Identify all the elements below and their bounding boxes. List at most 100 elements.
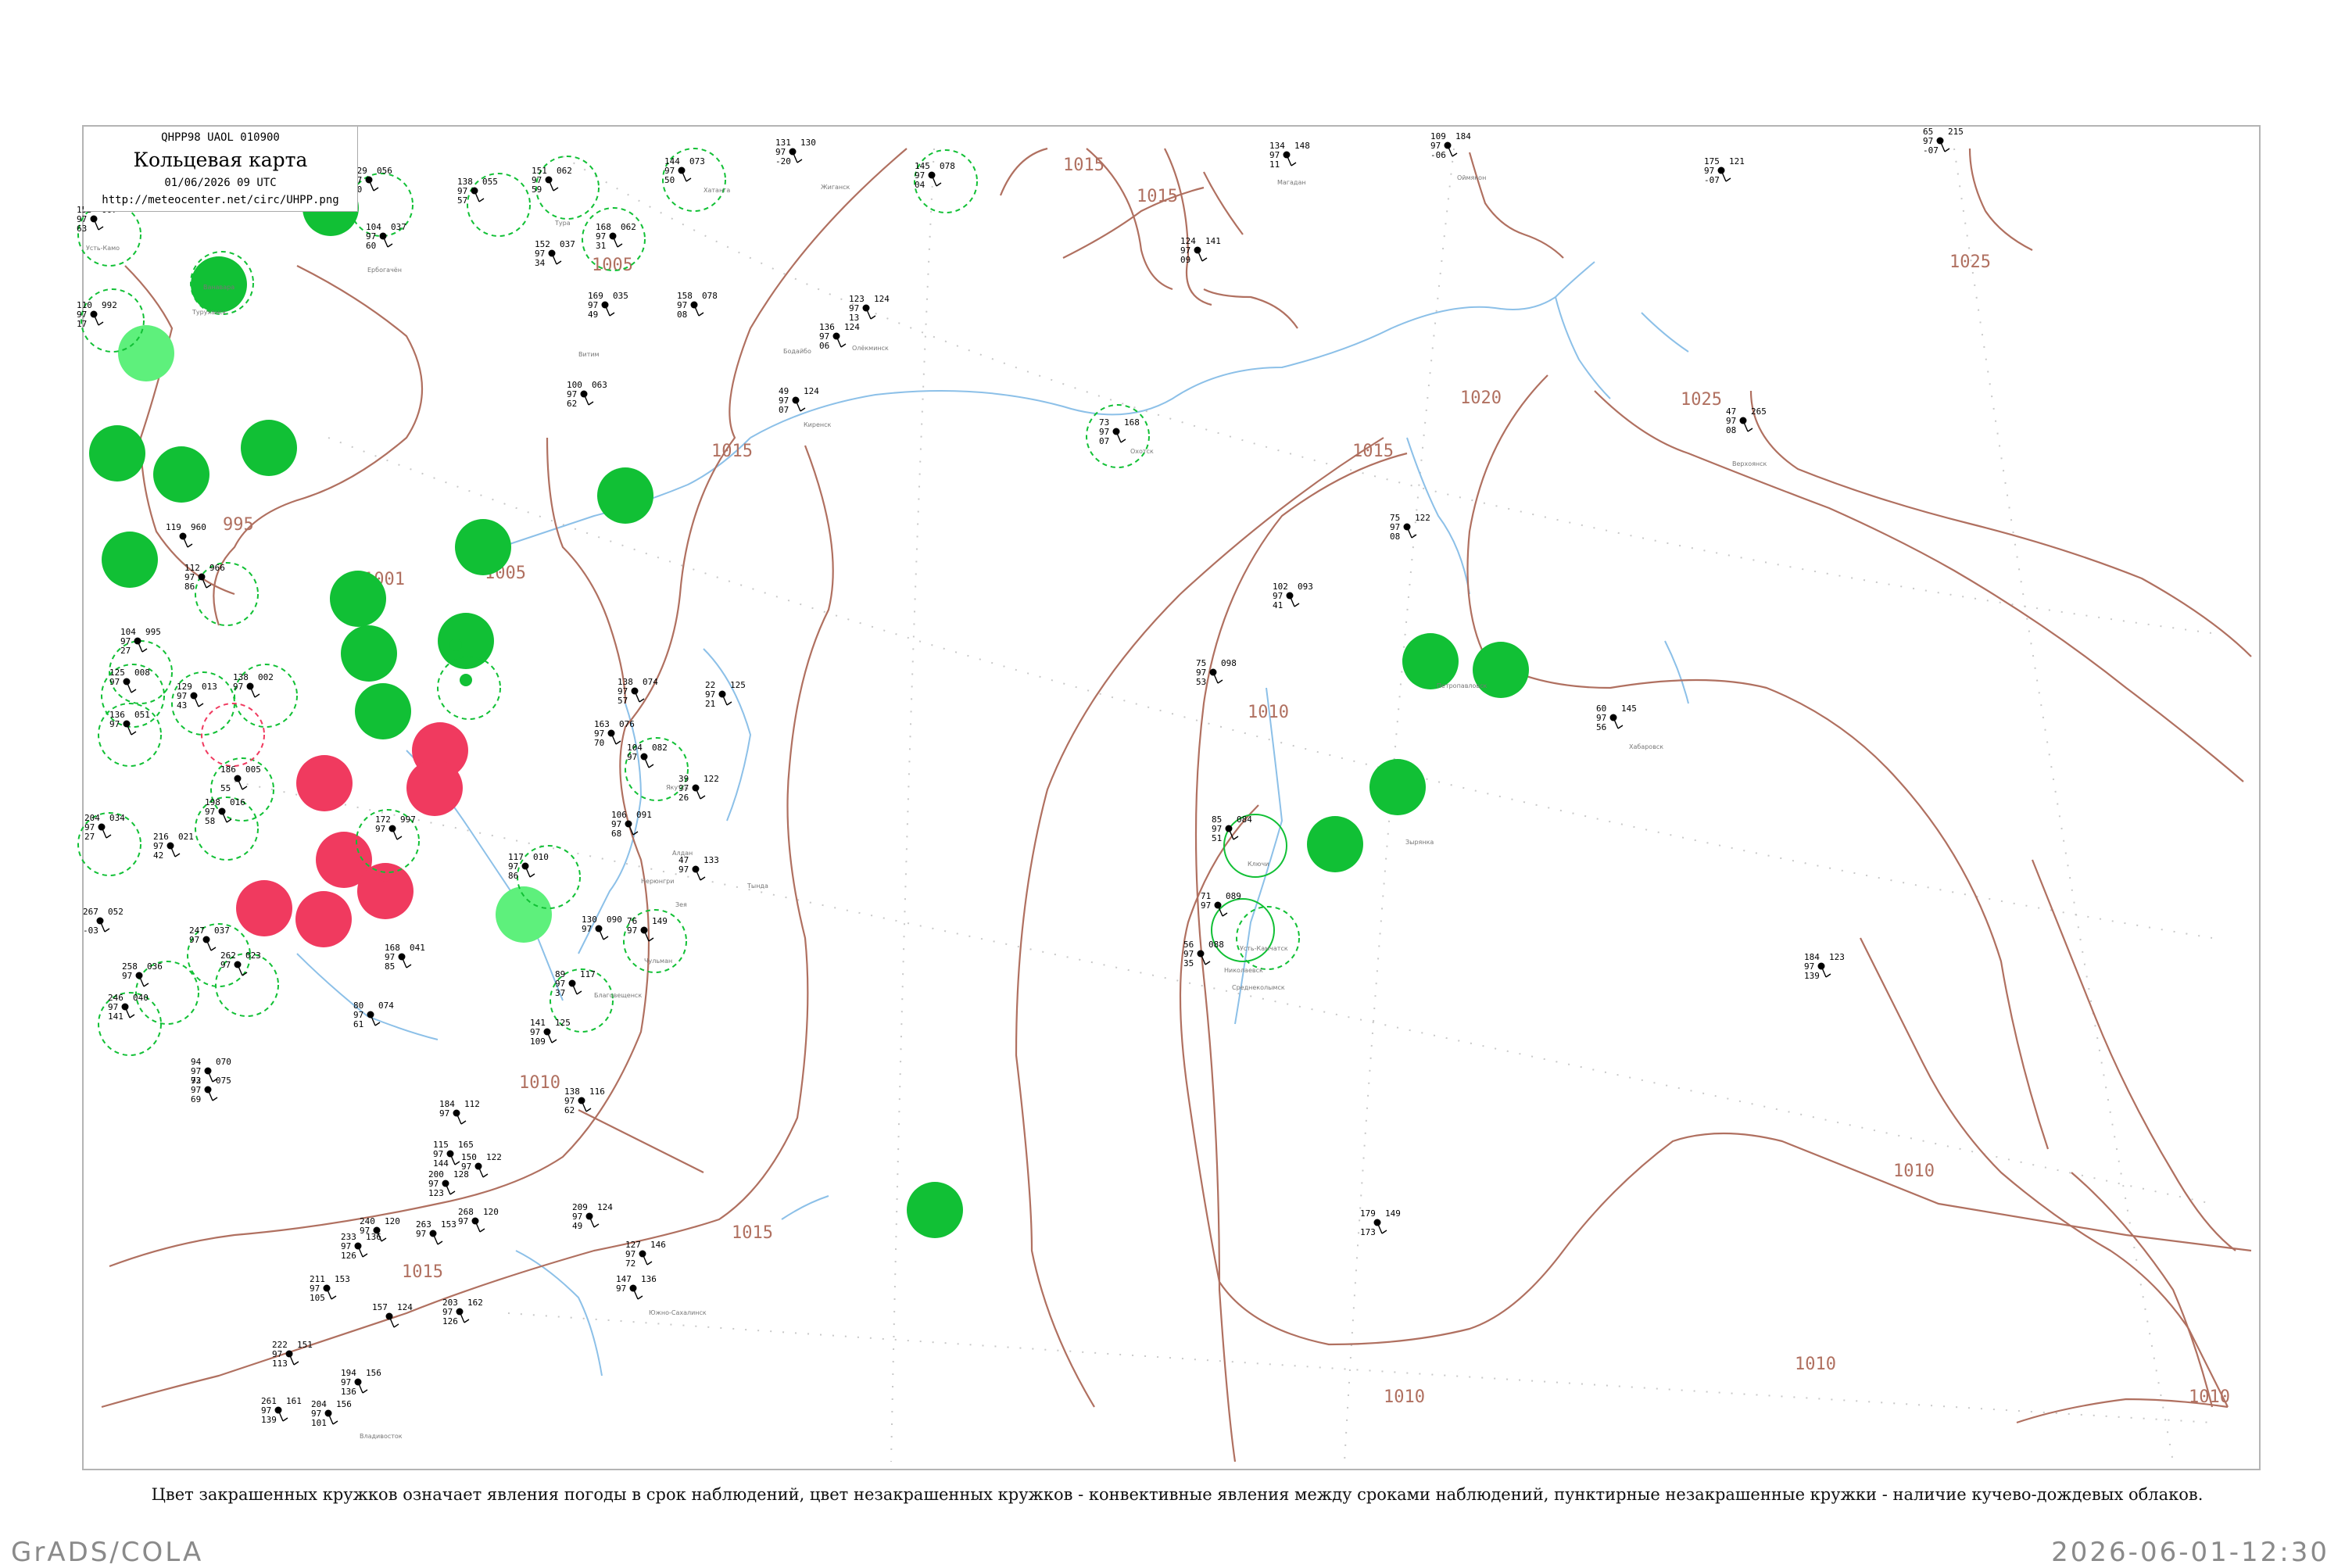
station-plot[interactable]: 6597-07215: [1923, 127, 1964, 156]
station-plot[interactable]: 939769075: [191, 1076, 231, 1104]
filled-station[interactable]: [460, 674, 472, 686]
station-plot[interactable]: 2049727034: [84, 813, 125, 842]
station-plot[interactable]: 26197139161: [261, 1396, 302, 1425]
station-plot[interactable]: 4797133: [678, 855, 719, 881]
station-plot[interactable]: 1049760037: [366, 222, 406, 251]
station-plot[interactable]: 24797037: [189, 925, 230, 951]
station-plot[interactable]: 13697051: [109, 710, 150, 736]
station-plot[interactable]: 1249709141: [1180, 236, 1221, 265]
station-plot[interactable]: 899737117: [555, 969, 596, 998]
source-url[interactable]: http://meteocenter.net/circ/UHPP.png: [84, 194, 357, 206]
station-plot[interactable]: 10497082: [627, 743, 668, 768]
station-plot[interactable]: 7197089: [1201, 891, 1241, 917]
filled-station[interactable]: [406, 760, 463, 816]
filled-station[interactable]: [1307, 816, 1363, 872]
station-plot[interactable]: 25897036: [122, 961, 163, 987]
station-plot[interactable]: 24697141040: [108, 993, 149, 1022]
station-plot[interactable]: 1239713124: [849, 294, 890, 323]
station-plot[interactable]: 26397153: [416, 1219, 456, 1245]
station-plot[interactable]: 1279772146: [625, 1240, 666, 1269]
filled-station[interactable]: [449, 639, 462, 651]
filled-station[interactable]: [296, 755, 353, 811]
station-value: 50: [664, 175, 675, 185]
station-plot[interactable]: 17597-07121: [1704, 156, 1745, 185]
station-plot[interactable]: 186 55 005: [220, 764, 261, 793]
station-dewpoint: 97: [627, 752, 637, 762]
station-pressure: 074: [643, 677, 658, 687]
filled-station[interactable]: [355, 683, 411, 739]
station-plot[interactable]: 1689785041: [385, 943, 425, 972]
station-plot[interactable]: 18497139123: [1804, 952, 1845, 981]
filled-station[interactable]: [118, 325, 174, 381]
station-plot[interactable]: 1299743013: [177, 682, 217, 711]
station-plot[interactable]: 23397126136: [341, 1232, 381, 1261]
station-plot[interactable]: 759708122: [1390, 513, 1430, 542]
filled-station[interactable]: [295, 891, 352, 947]
filled-station[interactable]: [1473, 642, 1529, 698]
station-plot[interactable]: 18497112: [439, 1099, 480, 1125]
station-plot[interactable]: 20497101156: [311, 1399, 352, 1428]
filled-station[interactable]: [1369, 759, 1426, 815]
filled-station[interactable]: [102, 532, 158, 588]
station-pressure: 073: [689, 156, 705, 166]
filled-station[interactable]: [153, 446, 209, 503]
filled-station[interactable]: [455, 519, 511, 575]
station-value: -06: [1430, 150, 1446, 160]
filled-station[interactable]: [241, 420, 297, 476]
station-plot[interactable]: 13897002: [233, 672, 274, 698]
stations: 1299750056138975705515197590621449750073…: [77, 127, 1964, 1428]
station-plot[interactable]: 1529734037: [535, 239, 575, 268]
station-plot[interactable]: 759753098: [1196, 658, 1237, 687]
station-plot[interactable]: 1109717992: [77, 300, 117, 329]
station-plot[interactable]: 267 -03 052: [83, 907, 124, 936]
station-plot[interactable]: 119 960: [166, 522, 206, 548]
station-pressure: 123: [1829, 952, 1845, 962]
station-plot[interactable]: 20097123128: [428, 1169, 469, 1198]
station-plot[interactable]: 739707168: [1099, 417, 1140, 446]
station-plot[interactable]: 1459704078: [915, 161, 955, 190]
station-plot[interactable]: 1389757074: [618, 677, 658, 706]
station-plot[interactable]: 20397126162: [442, 1298, 483, 1326]
station-plot[interactable]: 1029741093: [1273, 582, 1313, 610]
station-value: 34: [535, 258, 546, 268]
station-plot[interactable]: 2099749124: [572, 1202, 613, 1231]
station-plot[interactable]: 1179786010: [508, 852, 549, 881]
station-pressure: 089: [1226, 891, 1241, 901]
station-plot[interactable]: 609756145: [1596, 703, 1637, 732]
station-plot[interactable]: 26897120: [458, 1207, 499, 1233]
station-plot[interactable]: 1349711148: [1269, 141, 1310, 170]
station-plot[interactable]: 14197109125: [530, 1018, 571, 1047]
station-plot[interactable]: 1049727995: [120, 627, 161, 656]
station-plot[interactable]: 859751084: [1212, 814, 1252, 843]
filled-station[interactable]: [89, 425, 145, 481]
station-plot[interactable]: 17297997: [375, 814, 416, 840]
isobar-label: 1015: [402, 1262, 443, 1282]
station-plot[interactable]: 1449750073: [664, 156, 705, 185]
station-plot[interactable]: 809761074: [353, 1001, 394, 1029]
filled-station[interactable]: [597, 467, 653, 524]
station-plot[interactable]: 13197-20130: [775, 138, 816, 166]
station-plot[interactable]: 569735088: [1183, 940, 1224, 968]
station-plot[interactable]: 14797136: [616, 1274, 657, 1300]
filled-station[interactable]: [341, 625, 397, 682]
station-plot[interactable]: 22297113151: [272, 1340, 313, 1369]
filled-station[interactable]: [236, 880, 292, 936]
station-plot[interactable]: 7697149: [627, 916, 668, 942]
station-plot[interactable]: 12597008: [109, 668, 150, 693]
station-plot[interactable]: 1009762063: [567, 380, 607, 409]
station-pressure: 093: [1298, 582, 1313, 592]
station-plot[interactable]: 1689731062: [596, 222, 636, 251]
station-plot[interactable]: 179 173 149: [1360, 1208, 1401, 1237]
station-plot[interactable]: 21197105153: [310, 1274, 350, 1303]
station-plot[interactable]: 1699749035: [588, 291, 628, 320]
station-plot[interactable]: 1389762116: [564, 1087, 605, 1115]
filled-station[interactable]: [1402, 633, 1459, 689]
filled-station[interactable]: [330, 571, 386, 627]
filled-station[interactable]: [907, 1182, 963, 1238]
station-plot[interactable]: 1589708078: [677, 291, 718, 320]
station-plot[interactable]: 10997-06184: [1430, 131, 1471, 160]
station-plot[interactable]: 2169742021: [153, 832, 194, 861]
station-plot[interactable]: 19497136156: [341, 1368, 381, 1397]
station-plot[interactable]: 1519759062: [532, 166, 572, 195]
station-plot[interactable]: 1989758016: [205, 797, 245, 826]
